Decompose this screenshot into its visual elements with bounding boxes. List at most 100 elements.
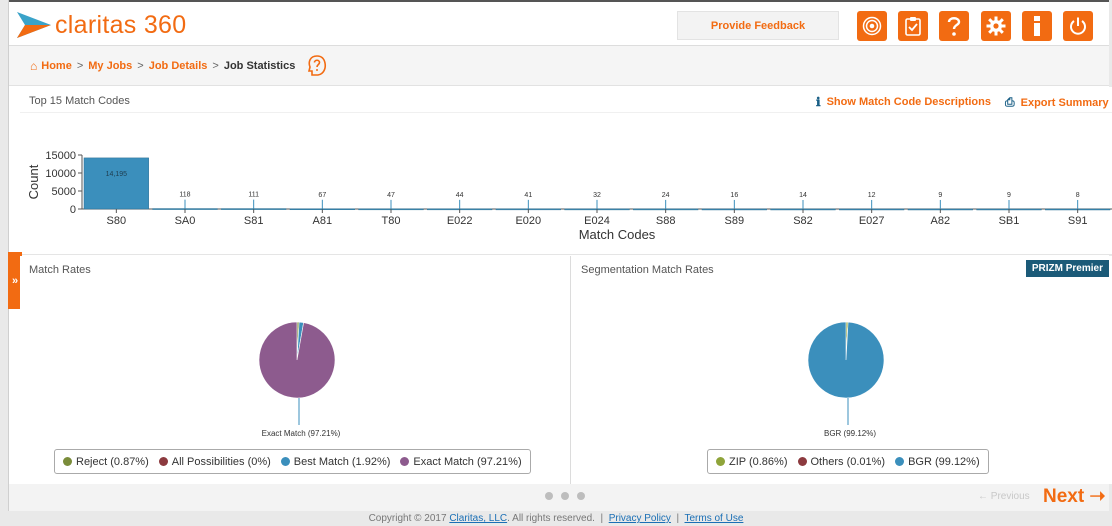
help-icon[interactable] — [939, 11, 969, 41]
x-tick-label: A81 — [313, 215, 333, 227]
next-button[interactable]: Next ➝ — [1043, 485, 1105, 508]
page-indicator — [545, 492, 585, 500]
legend-swatch — [716, 457, 725, 466]
logo[interactable]: claritas 360 — [17, 10, 186, 40]
match-rates-pie-chart: Exact Match (97.21%) — [258, 321, 341, 438]
x-tick-label: S82 — [793, 215, 813, 227]
data-label: 14 — [799, 192, 807, 199]
data-label: 67 — [318, 192, 326, 199]
y-axis-label: Count — [26, 164, 41, 199]
data-label: 8 — [1076, 192, 1080, 199]
pie-callout-label: Exact Match (97.21%) — [262, 429, 341, 438]
legend-swatch — [158, 457, 168, 466]
match-rates-legend: Reject (0.87%) All Possibilities (0%) Best… — [54, 449, 531, 474]
pie-slice — [807, 321, 885, 399]
page-dot[interactable] — [577, 492, 585, 500]
legend-label: All Possibilities (0%) — [171, 455, 271, 468]
legend-label: ZIP (0.86%) — [729, 455, 788, 468]
legend-item[interactable]: Best Match (1.92%) — [280, 456, 390, 468]
segmentation-match-rates-panel: Segmentation Match Rates PRIZM Premier B… — [572, 256, 1112, 484]
app-window: claritas 360 Provide Feedback ⌂ Home > M… — [0, 0, 1112, 526]
data-label: 111 — [248, 192, 259, 199]
legend-label: Others (0.01%) — [810, 455, 886, 468]
rights-text: . All rights reserved. — [507, 513, 595, 524]
logo-mark-icon — [17, 12, 51, 38]
breadcrumb-home[interactable]: Home — [41, 60, 72, 72]
target-icon[interactable] — [857, 11, 887, 41]
x-tick-label: E020 — [515, 215, 541, 227]
x-tick-label: S80 — [107, 215, 127, 227]
segmentation-pie-chart: BGR (99.12%) — [807, 321, 885, 438]
gear-icon[interactable] — [981, 11, 1011, 41]
privacy-policy-link[interactable]: Privacy Policy — [609, 513, 671, 524]
x-tick-label: S81 — [244, 215, 264, 227]
provide-feedback-button[interactable]: Provide Feedback — [677, 11, 839, 40]
x-axis-label: Match Codes — [579, 227, 656, 242]
legend-swatch — [797, 457, 807, 466]
x-tick-label: E022 — [447, 215, 473, 227]
clipboard-icon[interactable] — [898, 11, 928, 41]
arrow-right-icon: ➝ — [1089, 486, 1106, 507]
data-label: 47 — [387, 192, 395, 199]
terms-of-use-link[interactable]: Terms of Use — [685, 513, 744, 524]
legend-item[interactable]: Exact Match (97.21%) — [400, 455, 522, 468]
help-head-icon[interactable] — [305, 54, 329, 78]
app-header: claritas 360 Provide Feedback — [9, 0, 1109, 46]
y-tick-label: 0 — [70, 204, 76, 216]
breadcrumb-separator: > — [137, 59, 144, 72]
data-label: 9 — [938, 192, 942, 199]
pager-bar: ← Previous Next ➝ — [9, 484, 1109, 511]
data-label: 41 — [524, 192, 532, 199]
x-tick-label: S89 — [725, 215, 745, 227]
data-label: 14,195 — [106, 171, 128, 178]
legend-swatch — [400, 457, 410, 466]
breadcrumb-separator: > — [76, 59, 84, 72]
legend-item[interactable]: All Possibilities (0%) — [158, 455, 271, 468]
data-label: 24 — [662, 192, 670, 199]
legend-swatch — [63, 457, 72, 466]
pie-slice — [258, 321, 336, 399]
segmentation-legend: ZIP (0.86%) Others (0.01%) BGR (99.12%) — [707, 449, 989, 474]
legend-label: Reject (0.87%) — [76, 455, 149, 468]
legend-swatch — [280, 457, 290, 466]
breadcrumb-separator: > — [212, 59, 219, 72]
legend-swatch — [895, 457, 905, 466]
x-tick-label: E024 — [584, 215, 610, 227]
page-dot[interactable] — [561, 492, 569, 500]
data-label: 9 — [1007, 192, 1011, 199]
info-icon[interactable] — [1022, 11, 1052, 41]
data-label: 12 — [868, 192, 876, 199]
y-tick-label: 5000 — [52, 186, 76, 198]
data-label: 16 — [730, 192, 738, 199]
legend-item[interactable]: ZIP (0.86%) — [716, 456, 788, 468]
x-tick-label: SA0 — [175, 215, 196, 227]
match-rates-panel: Match Rates Exact Match (97.21%) Reject … — [20, 256, 571, 484]
y-tick-label: 15000 — [45, 150, 76, 162]
next-label: Next — [1043, 486, 1085, 507]
claritas-link[interactable]: Claritas, LLC — [449, 513, 507, 524]
legend-label: BGR (99.12%) — [908, 455, 980, 468]
data-label: 118 — [179, 192, 190, 199]
x-tick-label: S91 — [1068, 215, 1088, 227]
legend-label: Exact Match (97.21%) — [413, 455, 522, 468]
data-label: 32 — [593, 192, 601, 199]
home-icon[interactable]: ⌂ — [30, 59, 37, 73]
x-tick-label: E027 — [859, 215, 885, 227]
match-codes-bar-chart: 0 5000 10000 15000 Count S80 14,195 SA0 118 S81 11… — [26, 150, 1112, 242]
x-tick-label: SB1 — [999, 215, 1020, 227]
page-dot[interactable] — [545, 492, 553, 500]
data-label: 44 — [456, 192, 464, 199]
top-match-codes-panel: Top 15 Match Codes ℹ Show Match Code Des… — [20, 87, 1112, 255]
legend-item[interactable]: BGR (99.12%) — [895, 456, 980, 468]
legend-item[interactable]: Others (0.01%) — [797, 455, 886, 468]
copyright-text: Copyright © 2017 — [368, 513, 447, 524]
logo-text: claritas 360 — [55, 10, 187, 39]
breadcrumb-my-jobs[interactable]: My Jobs — [88, 60, 132, 72]
breadcrumb-current: Job Statistics — [223, 59, 296, 72]
footer-separator: | — [676, 513, 680, 524]
legend-item[interactable]: Reject (0.87%) — [63, 456, 149, 468]
power-icon[interactable] — [1063, 11, 1093, 41]
y-tick-label: 10000 — [45, 168, 76, 180]
breadcrumb-job-details[interactable]: Job Details — [149, 60, 208, 72]
previous-button[interactable]: ← Previous — [978, 491, 1030, 502]
